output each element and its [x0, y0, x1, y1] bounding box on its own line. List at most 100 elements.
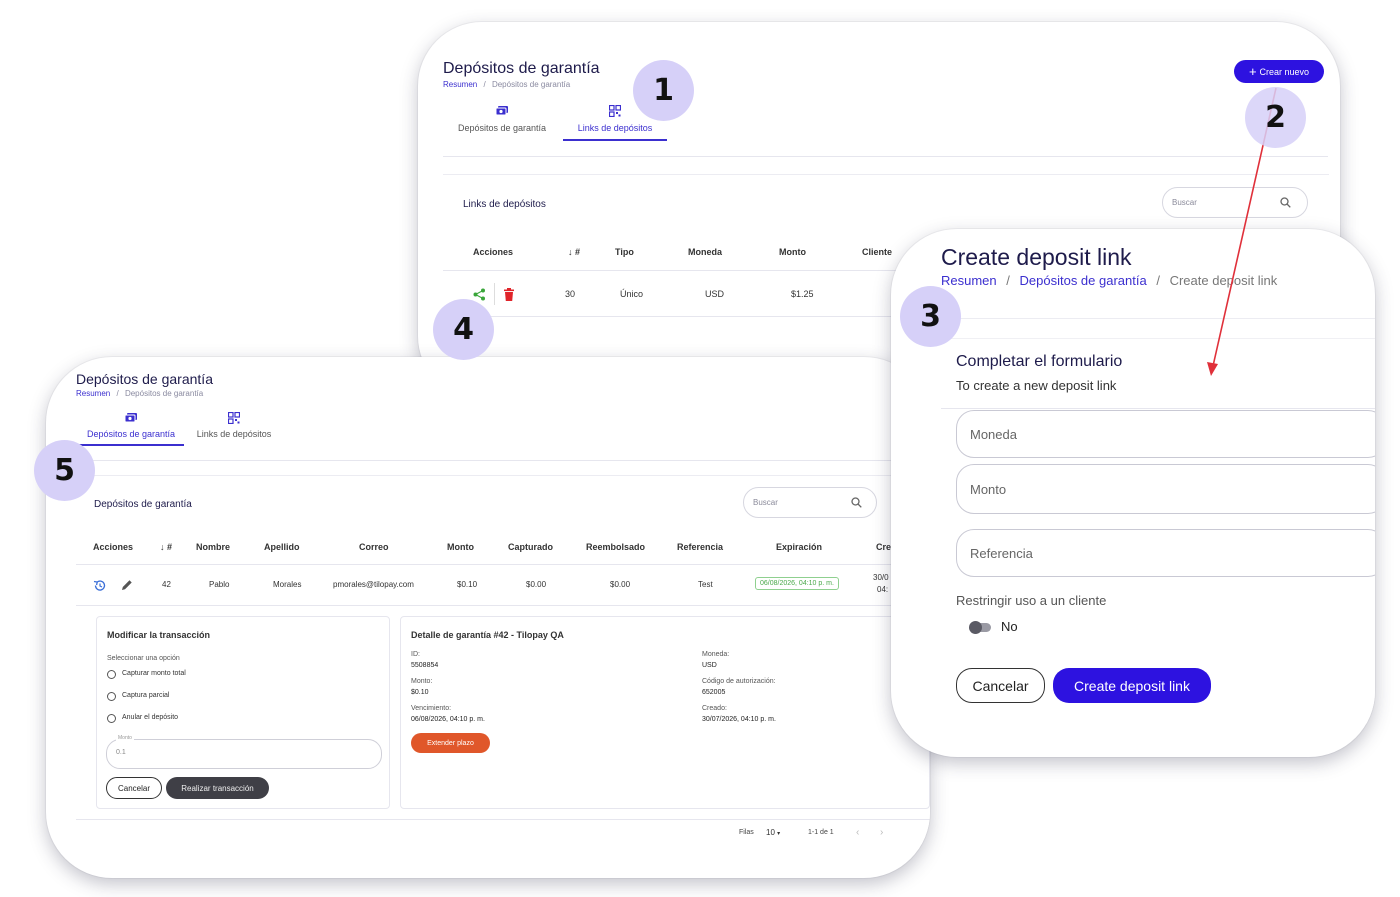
breadcrumb-current: Depósitos de garantía — [491, 80, 571, 89]
cell-id: 30 — [565, 289, 576, 299]
page-title: Depósitos de garantía — [76, 371, 213, 387]
amount-field[interactable]: Monto — [956, 464, 1375, 514]
expiration-badge: 06/08/2026, 04:10 p. m. — [755, 577, 839, 590]
radio-capture-full[interactable] — [107, 670, 116, 679]
tab-depositos[interactable]: Depósitos de garantía — [78, 412, 184, 446]
cancel-button[interactable]: Cancelar — [106, 777, 162, 799]
create-deposit-link-window: Create deposit link Resumen / Depósitos … — [891, 229, 1375, 757]
form-subtitle: To create a new deposit link — [956, 378, 1117, 393]
cell-monto: $0.10 — [457, 580, 478, 589]
deposit-link-form: Completar el formulario To create a new … — [941, 338, 1375, 724]
panel-title: Depósitos de garantía — [94, 499, 192, 510]
arrow-down-icon: ↓ — [160, 542, 165, 552]
option-label: Capturar monto total — [122, 670, 186, 677]
arrow-down-icon: ↓ — [568, 247, 573, 257]
option-label: Anular el depósito — [122, 714, 179, 721]
search-input[interactable]: Buscar — [743, 487, 877, 518]
edit-icon[interactable] — [121, 579, 133, 591]
table-row: 42 Pablo Morales pmorales@tilopay.com $0… — [76, 565, 930, 605]
breadcrumb: Resumen / Depósitos de garantía — [443, 80, 571, 89]
create-new-button[interactable]: + Crear nuevo — [1234, 60, 1324, 83]
col-reembolsado: Reembolsado — [586, 542, 646, 552]
col-capturado: Capturado — [508, 542, 553, 552]
deposit-detail-panel: Detalle de garantía #42 - Tilopay QA ID:… — [400, 616, 930, 809]
qr-code-icon — [609, 105, 621, 117]
rows-per-page-select[interactable]: 10 ▾ — [766, 828, 780, 837]
col-monto: Monto — [447, 542, 474, 552]
chevron-right-icon[interactable]: › — [880, 827, 883, 838]
col-apellido: Apellido — [264, 542, 300, 552]
breadcrumb-link-depositos[interactable]: Depósitos de garantía — [1020, 273, 1147, 288]
amount-input[interactable]: Monto 0.1 — [106, 735, 382, 769]
page-title: Depósitos de garantía — [443, 60, 600, 77]
option-label: Captura parcial — [122, 692, 170, 699]
breadcrumb-link-resumen[interactable]: Resumen — [76, 389, 110, 398]
cell-reembolsado: $0.00 — [610, 580, 631, 589]
cell-moneda: USD — [705, 289, 725, 299]
chevron-left-icon[interactable]: ‹ — [856, 827, 859, 838]
detail-title: Detalle de garantía #42 - Tilopay QA — [411, 630, 564, 640]
breadcrumb-link-resumen[interactable]: Resumen — [443, 80, 477, 89]
reference-field[interactable]: Referencia — [956, 529, 1375, 577]
breadcrumb-link-resumen[interactable]: Resumen — [941, 273, 997, 288]
restrict-client-toggle[interactable] — [969, 621, 991, 634]
radio-capture-partial[interactable] — [107, 692, 116, 701]
trash-icon[interactable] — [504, 288, 514, 301]
col-tipo: Tipo — [615, 247, 634, 257]
col-nombre: Nombre — [196, 542, 231, 552]
breadcrumb-current: Create deposit link — [1169, 273, 1278, 288]
toggle-value: No — [1001, 619, 1018, 634]
cell-correo: pmorales@tilopay.com — [333, 580, 414, 589]
breadcrumb: Resumen / Depósitos de garantía / Create… — [941, 273, 1278, 288]
col-expiracion: Expiración — [776, 542, 823, 552]
tab-links-depositos[interactable]: Links de depósitos — [186, 412, 282, 439]
search-icon — [1280, 197, 1291, 208]
history-icon[interactable] — [93, 579, 106, 592]
cash-icon — [495, 106, 508, 116]
currency-field[interactable]: Moneda — [956, 410, 1375, 458]
breadcrumb: Resumen / Depósitos de garantía — [76, 389, 204, 398]
col-correo: Correo — [359, 542, 389, 552]
detail-monto: $0.10 — [411, 689, 429, 696]
deposits-panel: Depósitos de garantía Buscar Acciones ↓ … — [76, 475, 930, 850]
tab-depositos[interactable]: Depósitos de garantía — [452, 105, 552, 133]
extend-term-button[interactable]: Extender plazo — [411, 733, 490, 753]
search-input[interactable]: Buscar — [1162, 187, 1308, 218]
share-icon[interactable] — [473, 288, 486, 301]
page-title: Create deposit link — [941, 244, 1132, 270]
col-referencia: Referencia — [677, 542, 724, 552]
deposits-window: Depósitos de garantía Resumen / Depósito… — [46, 357, 930, 878]
modify-subtitle: Seleccionar una opción — [107, 655, 180, 662]
step-badge-3: 3 — [900, 286, 961, 347]
radio-void-deposit[interactable] — [107, 714, 116, 723]
cell-id: 42 — [162, 580, 171, 589]
detail-vencimiento: 06/08/2026, 04:10 p. m. — [411, 716, 485, 723]
submit-transaction-button[interactable]: Realizar transacción — [166, 777, 269, 799]
plus-icon: + — [1248, 64, 1257, 79]
qr-code-icon — [228, 412, 240, 424]
cell-creado: 30/0 04: — [873, 573, 889, 594]
col-creado: Cre — [876, 542, 892, 552]
cell-apellido: Morales — [273, 580, 302, 589]
detail-id: 5508854 — [411, 662, 439, 669]
col-id[interactable]: ↓ # — [568, 247, 580, 257]
detail-creado: 30/07/2026, 04:10 p. m. — [702, 716, 776, 723]
cancel-button[interactable]: Cancelar — [956, 668, 1045, 703]
panel-title: Links de depósitos — [463, 199, 546, 210]
col-acciones: Acciones — [473, 247, 514, 257]
modify-transaction-panel: Modificar la transacción Seleccionar una… — [96, 616, 390, 809]
col-moneda: Moneda — [688, 247, 723, 257]
create-deposit-link-button[interactable]: Create deposit link — [1053, 668, 1211, 703]
cell-monto: $1.25 — [791, 289, 814, 299]
detail-moneda: USD — [702, 662, 717, 669]
cell-tipo: Único — [620, 289, 644, 299]
step-badge-4: 4 — [433, 299, 494, 360]
step-badge-5: 5 — [34, 440, 95, 501]
step-badge-1: 1 — [633, 60, 694, 121]
pagination: Filas 10 ▾ 1-1 de 1 ‹ › — [739, 827, 884, 838]
col-id[interactable]: ↓ # — [160, 542, 172, 552]
cell-nombre: Pablo — [209, 580, 230, 589]
cash-icon — [124, 413, 137, 423]
step-badge-2: 2 — [1245, 87, 1306, 148]
cell-capturado: $0.00 — [526, 580, 547, 589]
